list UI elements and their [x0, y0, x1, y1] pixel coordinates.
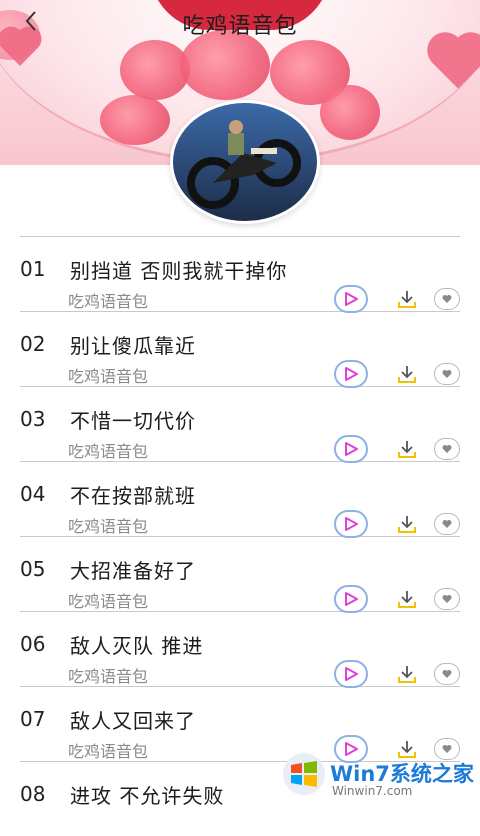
download-icon[interactable] — [396, 664, 418, 684]
item-title: 不惜一切代价 — [70, 409, 196, 433]
list-item[interactable]: 05 大招准备好了 吃鸡语音包 — [20, 537, 460, 613]
item-subtitle: 吃鸡语音包 — [68, 517, 149, 536]
item-number: 01 — [20, 257, 46, 281]
list-item[interactable]: 04 不在按部就班 吃鸡语音包 — [20, 462, 460, 538]
download-icon[interactable] — [396, 589, 418, 609]
windows-logo-icon — [283, 753, 325, 795]
more-options-button[interactable] — [434, 438, 460, 460]
play-button[interactable] — [334, 660, 368, 688]
watermark-url: Winwin7.com — [332, 784, 413, 798]
item-title: 进攻 不允许失败 — [70, 784, 225, 808]
page-title: 吃鸡语音包 — [182, 14, 298, 39]
download-icon[interactable] — [396, 439, 418, 459]
item-number: 06 — [20, 632, 46, 656]
watermark: Win7系统之家 Winwin7.com — [282, 748, 480, 800]
heart-icon — [442, 370, 452, 378]
item-subtitle: 吃鸡语音包 — [68, 592, 149, 611]
play-icon — [345, 667, 358, 681]
play-button[interactable] — [334, 510, 368, 538]
heart-icon — [442, 595, 452, 603]
flower-decoration — [100, 95, 170, 145]
item-subtitle: 吃鸡语音包 — [68, 667, 149, 686]
item-subtitle: 吃鸡语音包 — [68, 442, 149, 461]
item-subtitle: 吃鸡语音包 — [68, 292, 149, 311]
item-title: 不在按部就班 — [70, 484, 196, 508]
item-number: 07 — [20, 707, 46, 731]
item-number: 05 — [20, 557, 46, 581]
item-title: 敌人灭队 推进 — [70, 634, 204, 658]
heart-icon — [442, 520, 452, 528]
cover-image — [173, 103, 317, 221]
play-button[interactable] — [334, 285, 368, 313]
heart-icon — [442, 295, 452, 303]
play-button[interactable] — [334, 360, 368, 388]
item-subtitle: 吃鸡语音包 — [68, 742, 149, 761]
item-number: 03 — [20, 407, 46, 431]
item-number: 02 — [20, 332, 46, 356]
download-icon[interactable] — [396, 364, 418, 384]
item-number: 08 — [20, 782, 46, 806]
heart-icon — [442, 445, 452, 453]
list-item[interactable]: 06 敌人灭队 推进 吃鸡语音包 — [20, 612, 460, 688]
more-options-button[interactable] — [434, 288, 460, 310]
avatar — [170, 100, 320, 224]
play-icon — [345, 292, 358, 306]
item-subtitle: 吃鸡语音包 — [68, 367, 149, 386]
play-icon — [345, 592, 358, 606]
voice-list: 01 别挡道 否则我就干掉你 吃鸡语音包 02 别让傻瓜靠近 吃鸡语音包 03 … — [20, 236, 460, 836]
list-item[interactable]: 03 不惜一切代价 吃鸡语音包 — [20, 387, 460, 463]
play-icon — [345, 367, 358, 381]
item-title: 大招准备好了 — [70, 559, 196, 583]
more-options-button[interactable] — [434, 588, 460, 610]
download-icon[interactable] — [396, 514, 418, 534]
download-icon[interactable] — [396, 289, 418, 309]
more-options-button[interactable] — [434, 663, 460, 685]
flower-decoration — [180, 30, 270, 100]
list-item[interactable]: 01 别挡道 否则我就干掉你 吃鸡语音包 — [20, 237, 460, 313]
play-icon — [345, 517, 358, 531]
play-button[interactable] — [334, 585, 368, 613]
more-options-button[interactable] — [434, 513, 460, 535]
item-title: 别挡道 否则我就干掉你 — [70, 259, 288, 283]
more-options-button[interactable] — [434, 363, 460, 385]
play-button[interactable] — [334, 435, 368, 463]
item-number: 04 — [20, 482, 46, 506]
play-icon — [345, 442, 358, 456]
item-title: 别让傻瓜靠近 — [70, 334, 196, 358]
item-title: 敌人又回来了 — [70, 709, 196, 733]
heart-icon — [442, 670, 452, 678]
list-item[interactable]: 02 别让傻瓜靠近 吃鸡语音包 — [20, 312, 460, 388]
watermark-text: Win7系统之家 — [330, 762, 474, 786]
flower-decoration — [320, 85, 380, 140]
